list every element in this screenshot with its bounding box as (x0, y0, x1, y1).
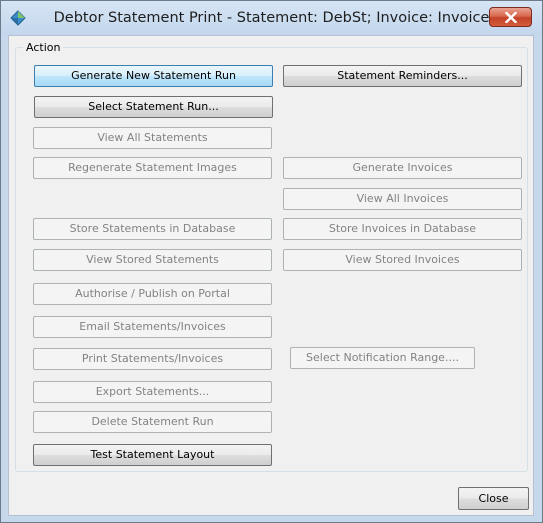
debtor-statement-print-window: Debtor Statement Print - Statement: DebS… (0, 0, 543, 523)
delete-statement-run-button[interactable]: Delete Statement Run (33, 411, 272, 433)
authorise-publish-on-portal-button[interactable]: Authorise / Publish on Portal (33, 283, 272, 305)
statement-reminders-button[interactable]: Statement Reminders... (283, 65, 522, 87)
generate-new-statement-run-button[interactable]: Generate New Statement Run (34, 65, 273, 87)
title-bar[interactable]: Debtor Statement Print - Statement: DebS… (1, 1, 542, 35)
view-all-invoices-button[interactable]: View All Invoices (283, 188, 522, 210)
print-statements-invoices-button[interactable]: Print Statements/Invoices (33, 348, 272, 370)
view-stored-statements-button[interactable]: View Stored Statements (33, 249, 272, 271)
test-statement-layout-button[interactable]: Test Statement Layout (33, 444, 272, 466)
store-invoices-in-database-button[interactable]: Store Invoices in Database (283, 218, 522, 240)
window-close-button[interactable] (489, 7, 532, 27)
export-statements-button[interactable]: Export Statements... (33, 381, 272, 403)
close-button[interactable]: Close (458, 487, 529, 510)
regenerate-statement-images-button[interactable]: Regenerate Statement Images (33, 157, 272, 179)
email-statements-invoices-button[interactable]: Email Statements/Invoices (33, 316, 272, 338)
window-title: Debtor Statement Print - Statement: DebS… (53, 10, 490, 26)
action-group-label: Action (23, 41, 64, 54)
select-notification-range-button[interactable]: Select Notification Range.... (290, 347, 475, 369)
view-stored-invoices-button[interactable]: View Stored Invoices (283, 249, 522, 271)
store-statements-in-database-button[interactable]: Store Statements in Database (33, 218, 272, 240)
generate-invoices-button[interactable]: Generate Invoices (283, 157, 522, 179)
view-all-statements-button[interactable]: View All Statements (33, 127, 272, 149)
dialog-client-area: Action Generate New Statement Run Select… (8, 35, 534, 516)
close-icon (505, 12, 517, 23)
select-statement-run-button[interactable]: Select Statement Run... (34, 96, 273, 118)
